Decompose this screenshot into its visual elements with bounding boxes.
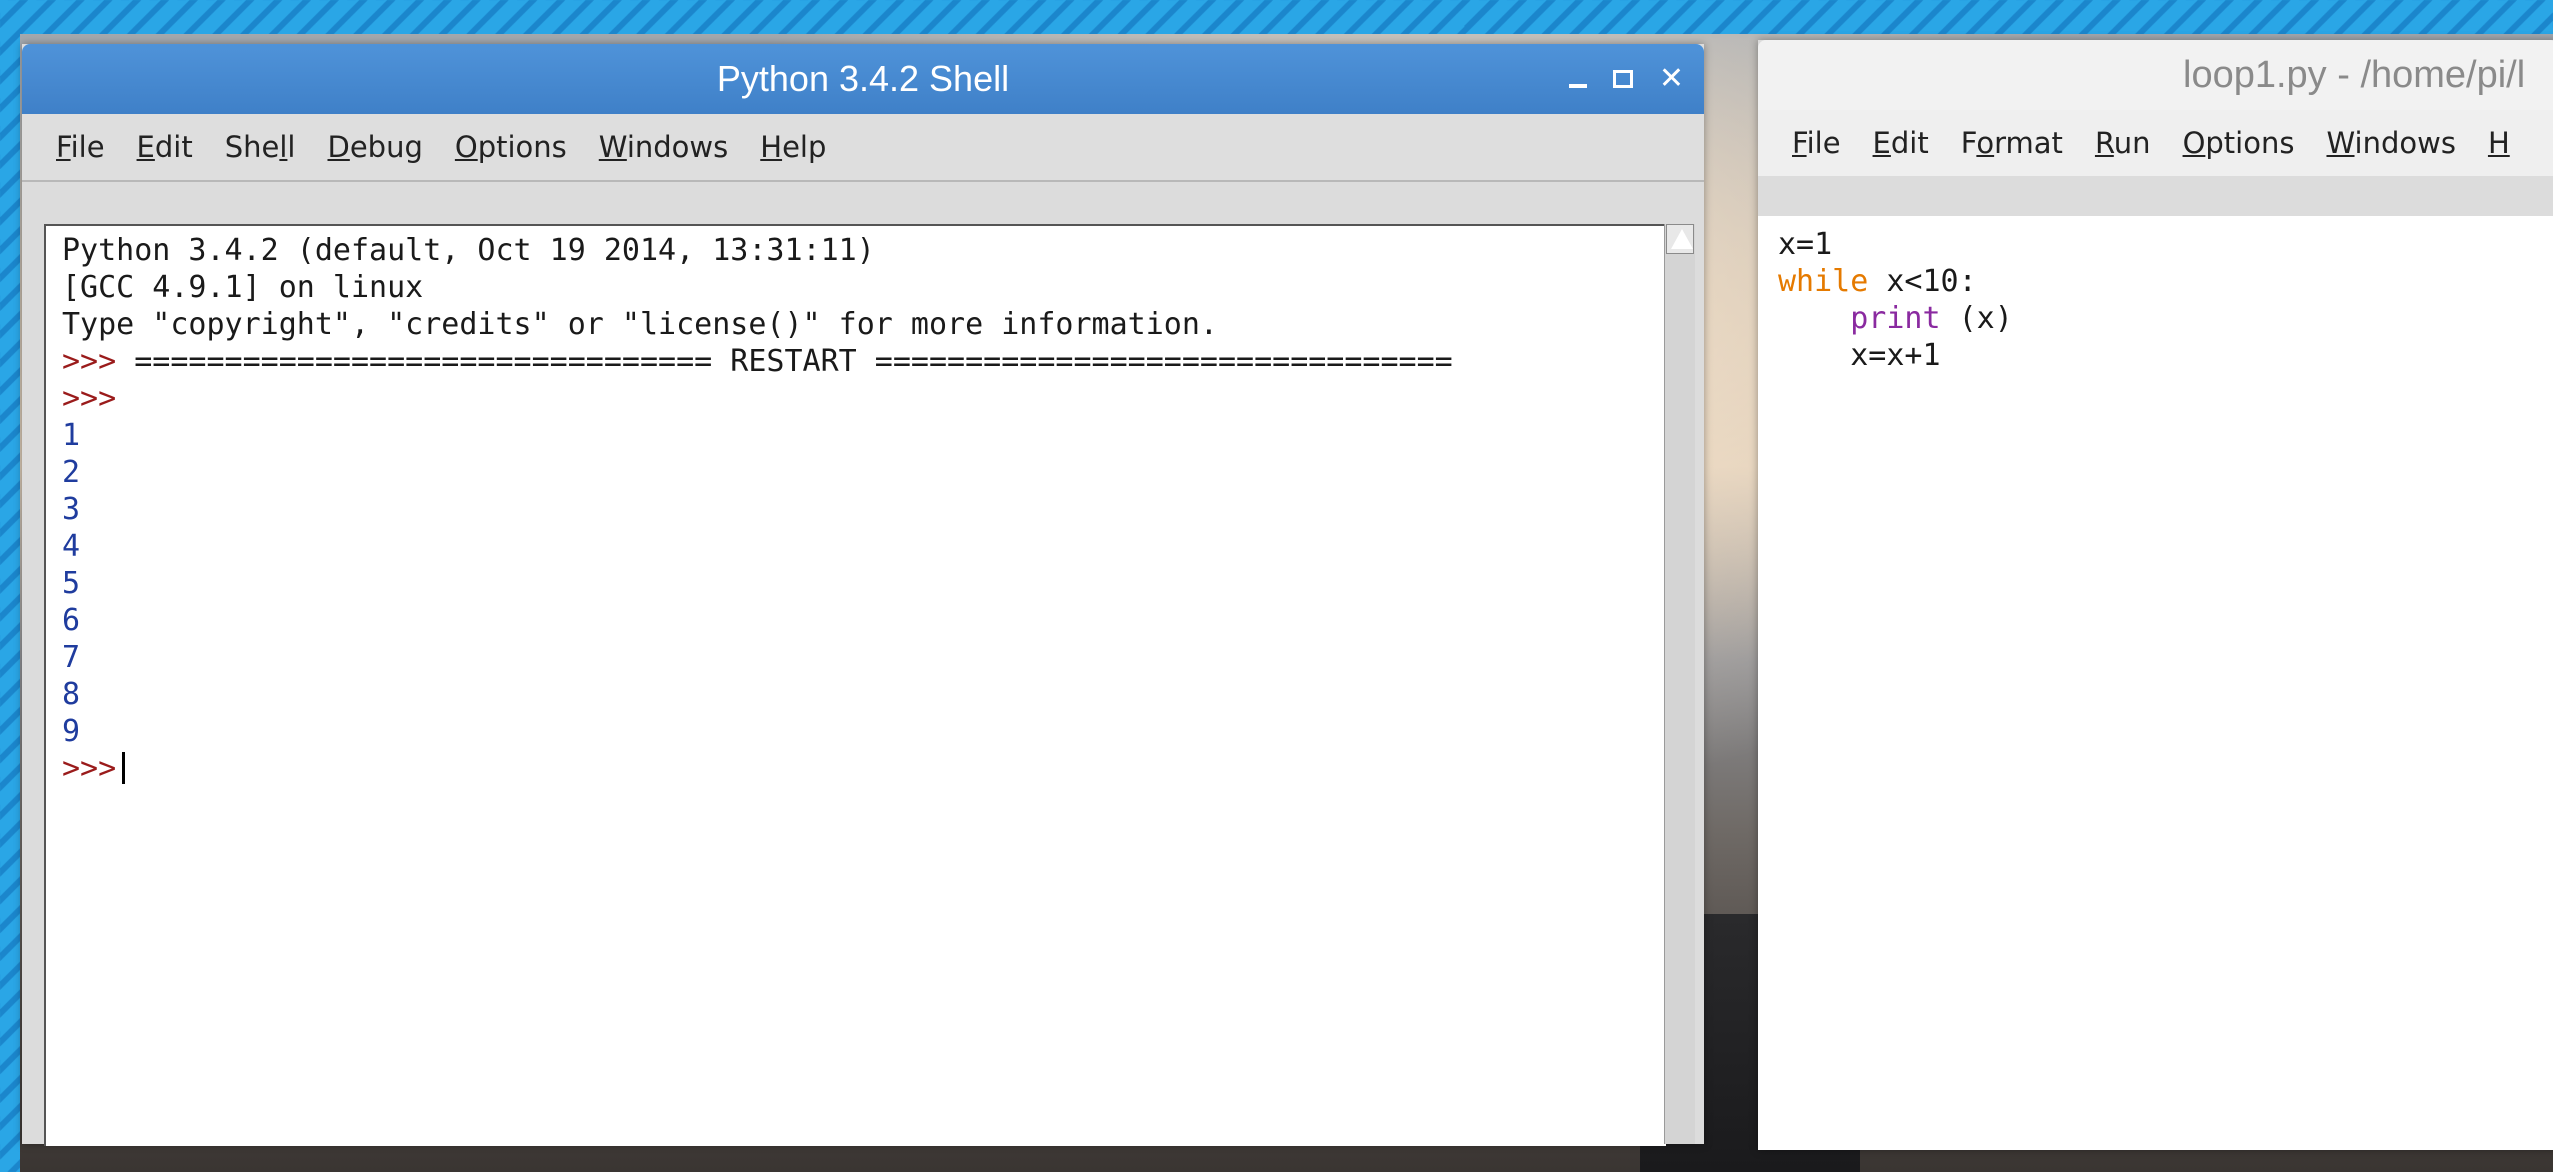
menu-options-label: ptions	[477, 130, 567, 164]
code-line: print (x)	[1778, 300, 2013, 337]
editor-title: loop1.py - /home/pi/l	[2183, 54, 2526, 96]
prompt: >>>	[62, 344, 135, 379]
text-cursor	[122, 752, 126, 784]
minimize-button[interactable]	[1568, 44, 1587, 114]
menu-shell[interactable]: Shell	[209, 130, 312, 164]
editor-text-area[interactable]: x=1 while x<10: print (x) x=x+1	[1758, 216, 2553, 1150]
menu-help-accel: H	[2487, 126, 2510, 160]
prompt: >>>	[62, 381, 117, 416]
output-line: 4	[62, 529, 81, 564]
arrow-up-icon	[1671, 229, 1693, 249]
python-shell-window[interactable]: Python 3.4.2 Shell ✕ File Edit Shell Deb…	[22, 44, 1704, 1146]
menu-options-label: ptions	[2205, 126, 2295, 160]
menu-edit-label: dit	[154, 130, 193, 164]
output-line: 8	[62, 677, 81, 712]
shell-menubar: File Edit Shell Debug Options Windows He…	[22, 114, 1704, 182]
menu-windows-accel: W	[2326, 126, 2355, 160]
editor-menubar: File Edit Format Run Options Windows H	[1758, 110, 2553, 176]
menu-shell-label: l	[287, 130, 296, 164]
output-line: 1	[62, 418, 81, 453]
restart-line: >>> ================================ RES…	[62, 343, 1453, 380]
menu-format-label: rmat	[1994, 126, 2063, 160]
shell-scrollbar[interactable]	[1664, 224, 1695, 1144]
menu-windows-accel: W	[598, 130, 627, 164]
menu-edit-accel: E	[136, 130, 155, 164]
menu-file-accel: F	[56, 130, 71, 164]
menu-shell-pre: She	[224, 130, 280, 164]
code-line: x=x+1	[1778, 338, 1941, 373]
editor-titlebar[interactable]: loop1.py - /home/pi/l	[1758, 40, 2553, 110]
menu-options-accel: O	[454, 130, 478, 164]
builtin-print: print	[1850, 301, 1941, 336]
menu-help-accel: H	[760, 130, 783, 164]
menu-options[interactable]: Options	[2167, 126, 2311, 160]
source-code: x=1 while x<10: print (x) x=x+1	[1778, 226, 2013, 374]
menu-options[interactable]: Options	[439, 130, 583, 164]
code-text: (x)	[1940, 301, 2013, 336]
banner-line: Type "copyright", "credits" or "license(…	[62, 307, 1218, 342]
menu-debug-accel: D	[327, 130, 350, 164]
menu-format-accel: o	[1976, 126, 1995, 160]
code-line: while x<10:	[1778, 263, 2013, 300]
maximize-icon	[1612, 70, 1633, 88]
menu-run[interactable]: Run	[2079, 126, 2167, 160]
close-icon: ✕	[1658, 61, 1684, 96]
shell-window-controls: ✕	[1568, 44, 1684, 114]
code-line: x=1	[1778, 227, 1833, 262]
menu-debug-label: ebug	[349, 130, 423, 164]
menu-edit-label: dit	[1890, 126, 1929, 160]
menu-file[interactable]: File	[40, 130, 121, 164]
menu-windows-label: indows	[2354, 126, 2456, 160]
prompt: >>>	[62, 751, 117, 786]
menu-file-label: ile	[70, 130, 105, 164]
menu-help-label: elp	[782, 130, 827, 164]
menu-format[interactable]: Format	[1945, 126, 2079, 160]
shell-title: Python 3.4.2 Shell	[716, 58, 1010, 99]
banner-line: Python 3.4.2 (default, Oct 19 2014, 13:3…	[62, 233, 875, 268]
output-line: 2	[62, 455, 81, 490]
menu-file-accel: F	[1792, 126, 1807, 160]
output-line: 9	[62, 714, 81, 749]
menu-edit-accel: E	[1872, 126, 1891, 160]
maximize-button[interactable]	[1612, 44, 1633, 114]
editor-window[interactable]: loop1.py - /home/pi/l File Edit Format R…	[1758, 40, 2553, 1150]
menu-file[interactable]: File	[1776, 126, 1857, 160]
menu-help[interactable]: H	[2472, 126, 2526, 160]
menu-windows[interactable]: Windows	[2310, 126, 2471, 160]
shell-titlebar[interactable]: Python 3.4.2 Shell ✕	[22, 44, 1704, 114]
banner-line: [GCC 4.9.1] on linux	[62, 270, 424, 305]
output-line: 7	[62, 640, 81, 675]
shell-text-area[interactable]: Python 3.4.2 (default, Oct 19 2014, 13:3…	[44, 224, 1666, 1146]
close-button[interactable]: ✕	[1659, 44, 1684, 114]
menu-options-accel: O	[2182, 126, 2206, 160]
menu-debug[interactable]: Debug	[311, 130, 438, 164]
menu-help[interactable]: Help	[744, 130, 842, 164]
menu-edit[interactable]: Edit	[121, 130, 209, 164]
output-line: 5	[62, 566, 81, 601]
input-line[interactable]: >>>	[62, 750, 1453, 787]
keyword-while: while	[1778, 264, 1869, 299]
menu-run-accel: R	[2094, 126, 2114, 160]
menu-format-pre: F	[1960, 126, 1977, 160]
scroll-up-button[interactable]	[1666, 224, 1694, 254]
menu-file-label: ile	[1806, 126, 1841, 160]
menu-edit[interactable]: Edit	[1857, 126, 1945, 160]
minimize-icon	[1568, 84, 1587, 88]
output-line: 6	[62, 603, 81, 638]
menu-windows-label: indows	[626, 130, 729, 164]
shell-output: Python 3.4.2 (default, Oct 19 2014, 13:3…	[62, 232, 1453, 787]
code-text: x<10:	[1868, 264, 1977, 299]
restart-text: ================================ RESTART…	[134, 344, 1453, 379]
output-line: 3	[62, 492, 81, 527]
menu-windows[interactable]: Windows	[583, 130, 744, 164]
menu-run-label: un	[2113, 126, 2151, 160]
